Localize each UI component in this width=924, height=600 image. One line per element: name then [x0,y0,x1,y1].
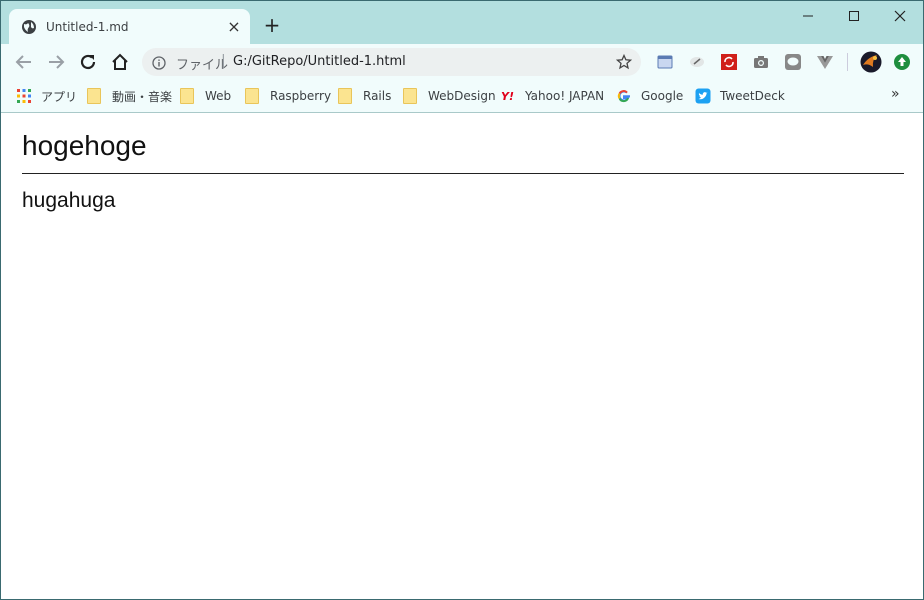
tab-untitled[interactable]: Untitled-1.md × [9,9,250,44]
bookmark-google[interactable]: Google [616,87,683,105]
chat-extension-icon[interactable] [784,53,802,71]
bookmark-apps[interactable]: アプリ [16,87,77,105]
bookmarks-overflow-icon[interactable]: » [891,86,900,102]
page-paragraph: hugahuga [22,189,116,212]
bookmark-label: 動画・音楽 [112,89,173,104]
toolbar-divider [847,53,848,71]
bookmark-label: TweetDeck [720,89,785,103]
bookmark-label: Google [641,89,684,103]
globe-icon [21,19,37,35]
profile-avatar[interactable] [860,51,882,73]
new-tab-button[interactable]: + [260,14,284,38]
bookmark-label: Yahoo! JAPAN [525,89,605,103]
folder-icon [338,88,352,104]
tab-title: Untitled-1.md [46,20,129,34]
home-icon[interactable] [109,51,131,73]
folder-icon [180,88,194,104]
sync-extension-icon[interactable] [720,53,738,71]
bookmark-folder-webdesign[interactable]: WebDesign [401,87,496,105]
yahoo-icon: Y! [500,88,516,104]
reload-icon[interactable] [77,51,99,73]
bookmark-label: WebDesign [428,89,496,103]
bookmark-label: Web [205,89,232,103]
bookmarks-bar: アプリ 動画・音楽 Web Raspberry Rails WebDesign … [1,80,923,113]
folder-icon [87,88,101,104]
bookmark-folder-raspberry[interactable]: Raspberry [243,87,331,105]
svg-text:Y!: Y! [501,90,514,103]
apps-grid-icon [16,88,32,104]
url-text[interactable]: G:/GitRepo/Untitled-1.html [233,54,406,69]
info-icon[interactable] [152,55,166,70]
omnibox-separator: | [221,53,226,69]
browser-window: Untitled-1.md × + ファイル | G:/GitRepo/Unti… [0,0,924,600]
bookmark-label: Raspberry [270,89,332,103]
maximize-button[interactable] [831,1,877,31]
bookmark-folder-web[interactable]: Web [178,87,231,105]
bookmark-folder-media[interactable]: 動画・音楽 [85,87,172,105]
folder-icon [245,88,259,104]
toolbar: ファイル | G:/GitRepo/Untitled-1.html [1,44,923,80]
bookmark-label: Rails [363,89,392,103]
tab-close-icon[interactable]: × [225,18,243,36]
back-icon[interactable] [13,51,35,73]
page-heading: hogehoge [22,130,147,161]
bookmark-folder-rails[interactable]: Rails [336,87,391,105]
link-extension-icon[interactable] [688,53,706,71]
twitter-icon [695,88,711,104]
forward-icon[interactable] [45,51,67,73]
page-content: hogehoge hugahuga [1,113,923,599]
camera-icon[interactable] [752,53,770,71]
folder-icon [403,88,417,104]
minimize-button[interactable] [785,1,831,31]
window-extension-icon[interactable] [656,53,674,71]
vue-extension-icon[interactable] [816,53,834,71]
bookmark-label: アプリ [41,89,78,104]
bookmark-tweetdeck[interactable]: TweetDeck [695,87,785,105]
tab-strip: Untitled-1.md × + [1,1,923,44]
bookmark-yahoo[interactable]: Y! Yahoo! JAPAN [500,87,604,105]
close-window-button[interactable] [877,1,923,31]
address-bar[interactable]: ファイル | G:/GitRepo/Untitled-1.html [142,48,641,76]
google-icon [616,88,632,104]
update-icon[interactable] [893,53,911,71]
bookmark-star-icon[interactable] [615,53,633,70]
heading-divider [22,173,904,174]
